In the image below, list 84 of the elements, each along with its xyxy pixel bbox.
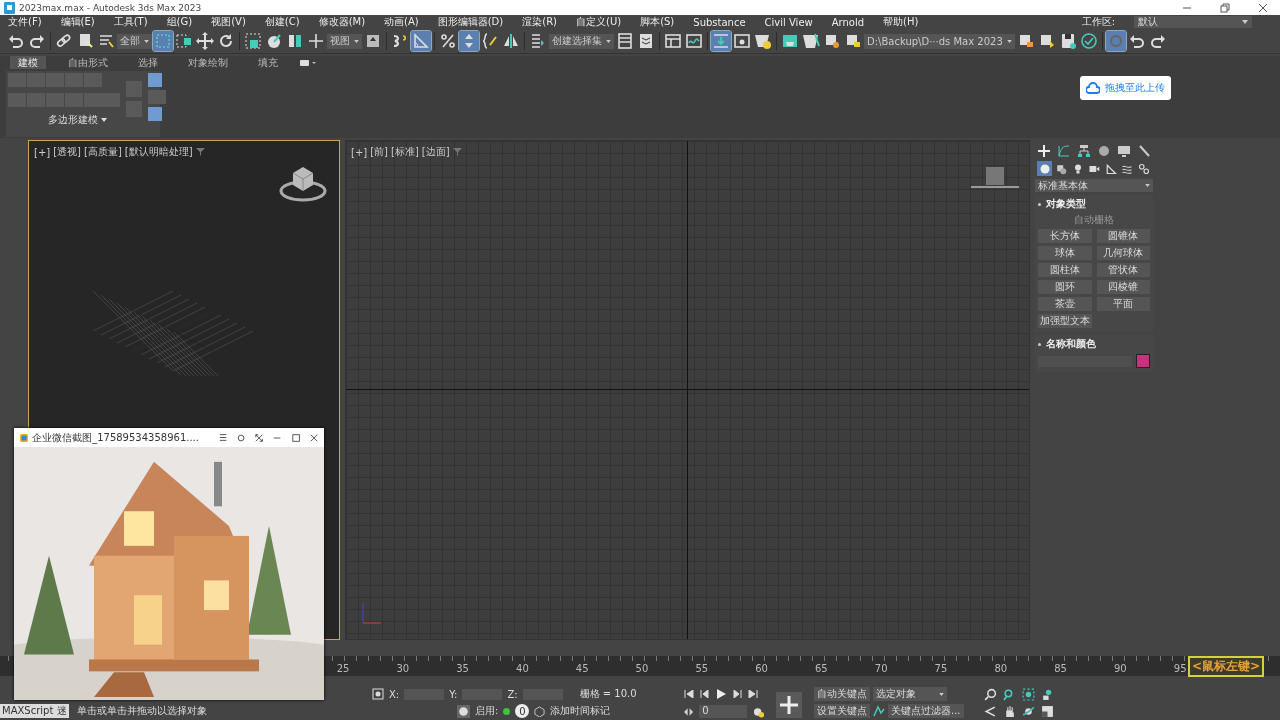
frame-tick-label: 70: [873, 663, 889, 674]
toolbar-dropdown[interactable]: 视图: [327, 33, 362, 49]
frame-tick-label: 35: [455, 663, 470, 674]
frame-field[interactable]: 0: [699, 705, 747, 718]
frame-tick-label: 80: [993, 663, 1009, 674]
window-title: 2023max.max - Autodesk 3ds Max 2023: [19, 2, 202, 13]
workspace-label: 工作区:: [1081, 15, 1115, 29]
maxscript-label[interactable]: MAXScript 迷: [0, 704, 69, 718]
auto-key-button[interactable]: 自动关键点: [814, 687, 870, 701]
enable-label: 启用:: [475, 704, 499, 718]
viewport-label[interactable]: [标准]: [391, 145, 419, 159]
ribbon-tab[interactable]: 填充: [250, 55, 286, 70]
toolbar-dropdown[interactable]: D:\Backup\D···ds Max 2023: [864, 33, 1015, 49]
menu-item[interactable]: Civil View: [764, 16, 813, 28]
menu-item[interactable]: 文件(F): [8, 15, 42, 29]
frame-tick-label: 65: [814, 663, 829, 674]
coordinate-label: Y:: [449, 688, 458, 700]
frame-tick-label: 55: [694, 663, 710, 674]
frame-tick-label: 95: [1172, 663, 1188, 674]
object-type-button[interactable]: 平面: [1096, 297, 1150, 311]
workspace-dropdown[interactable]: 默认: [1134, 16, 1252, 28]
window-title: 企业微信截图_17589534358961....: [32, 430, 199, 445]
frame-tick-label: 90: [1113, 663, 1128, 674]
front-viewport[interactable]: [+] [前] [标准] [边面]: [345, 140, 1030, 640]
menu-item[interactable]: Arnold: [831, 16, 865, 28]
category-dropdown[interactable]: 标准基本体: [1035, 179, 1153, 192]
ribbon-tab[interactable]: 选择: [130, 55, 166, 70]
viewport-label[interactable]: [默认明暗处理]: [124, 145, 193, 159]
frame-tick-label: 40: [515, 663, 530, 674]
object-type-button[interactable]: 圆锥体: [1096, 229, 1150, 243]
menu-item[interactable]: 渲染(R): [522, 15, 557, 29]
coordinate-label: Z:: [507, 688, 518, 700]
ribbon-tab[interactable]: 对象绘制: [180, 55, 236, 70]
object-type-button[interactable]: 管状体: [1096, 263, 1150, 277]
object-type-button[interactable]: 球体: [1038, 246, 1092, 260]
object-type-button[interactable]: 加强型文本: [1038, 314, 1092, 328]
frame-tick-label: 75: [933, 663, 949, 674]
frame-tick-label: 30: [395, 663, 411, 674]
rollout-header[interactable]: 名称和颜色: [1038, 337, 1150, 351]
ribbon-panel-label[interactable]: 多边形建模: [8, 113, 120, 127]
key-filters-button[interactable]: 关键点过滤器...: [888, 704, 964, 718]
viewport-label[interactable]: [边面]: [421, 145, 450, 159]
counter-badge: 0: [515, 704, 530, 718]
menu-item[interactable]: 工具(T): [113, 15, 148, 29]
time-tag-label[interactable]: 添加时间标记: [550, 704, 611, 718]
viewport-label[interactable]: [+]: [34, 146, 51, 158]
ribbon-tab[interactable]: 建模: [10, 55, 46, 70]
viewport-label[interactable]: [前]: [370, 145, 388, 159]
ribbon-tab[interactable]: 自由形式: [60, 55, 116, 70]
object-type-button[interactable]: 四棱锥: [1096, 280, 1150, 294]
toolbar-dropdown[interactable]: 全部: [117, 33, 152, 49]
rollout-header[interactable]: 对象类型: [1038, 197, 1150, 211]
object-type-button[interactable]: 长方体: [1038, 229, 1092, 243]
menu-item[interactable]: 创建(C): [264, 15, 300, 29]
menu-item[interactable]: 图形编辑器(D): [437, 15, 504, 29]
status-prompt: 单击或单击并拖动以选择对象: [76, 704, 207, 718]
menu-item[interactable]: 自定义(U): [576, 15, 622, 29]
toolbar-dropdown[interactable]: 创建选择集: [549, 33, 614, 49]
frame-tick-label: 60: [754, 663, 769, 674]
set-key-mode-button[interactable]: 设置关键点: [814, 704, 870, 718]
keystroke-overlay: <鼠标左键>: [1188, 656, 1265, 677]
grid-size-label: 栅格 = 10.0: [579, 687, 637, 701]
menu-item[interactable]: 动画(A): [384, 15, 419, 29]
frame-tick-label: 85: [1053, 663, 1068, 674]
frame-tick-label: 45: [574, 663, 590, 674]
viewport-label[interactable]: [透视]: [53, 145, 81, 159]
object-type-button[interactable]: 茶壶: [1038, 297, 1092, 311]
viewport-label[interactable]: [高质量]: [84, 145, 122, 159]
object-type-button[interactable]: 圆柱体: [1038, 263, 1092, 277]
menu-item[interactable]: 编辑(E): [60, 15, 95, 29]
menu-item[interactable]: Substance: [693, 16, 746, 28]
menu-item[interactable]: 脚本(S): [640, 15, 675, 29]
frame-tick-label: 50: [634, 663, 650, 674]
menu-item[interactable]: 修改器(M): [318, 15, 366, 29]
menu-item[interactable]: 组(G): [166, 15, 193, 29]
frame-tick-label: 25: [335, 663, 351, 674]
object-type-button[interactable]: 圆环: [1038, 280, 1092, 294]
object-type-button[interactable]: 几何球体: [1096, 246, 1150, 260]
coordinate-label: X:: [389, 688, 400, 700]
menu-item[interactable]: 帮助(H): [883, 15, 919, 29]
viewport-label[interactable]: [+]: [351, 146, 368, 158]
menu-item[interactable]: 视图(V): [211, 15, 246, 29]
upload-button[interactable]: 拖拽至此上传: [1080, 76, 1171, 100]
key-mode-dropdown[interactable]: 选定对象: [873, 687, 947, 701]
